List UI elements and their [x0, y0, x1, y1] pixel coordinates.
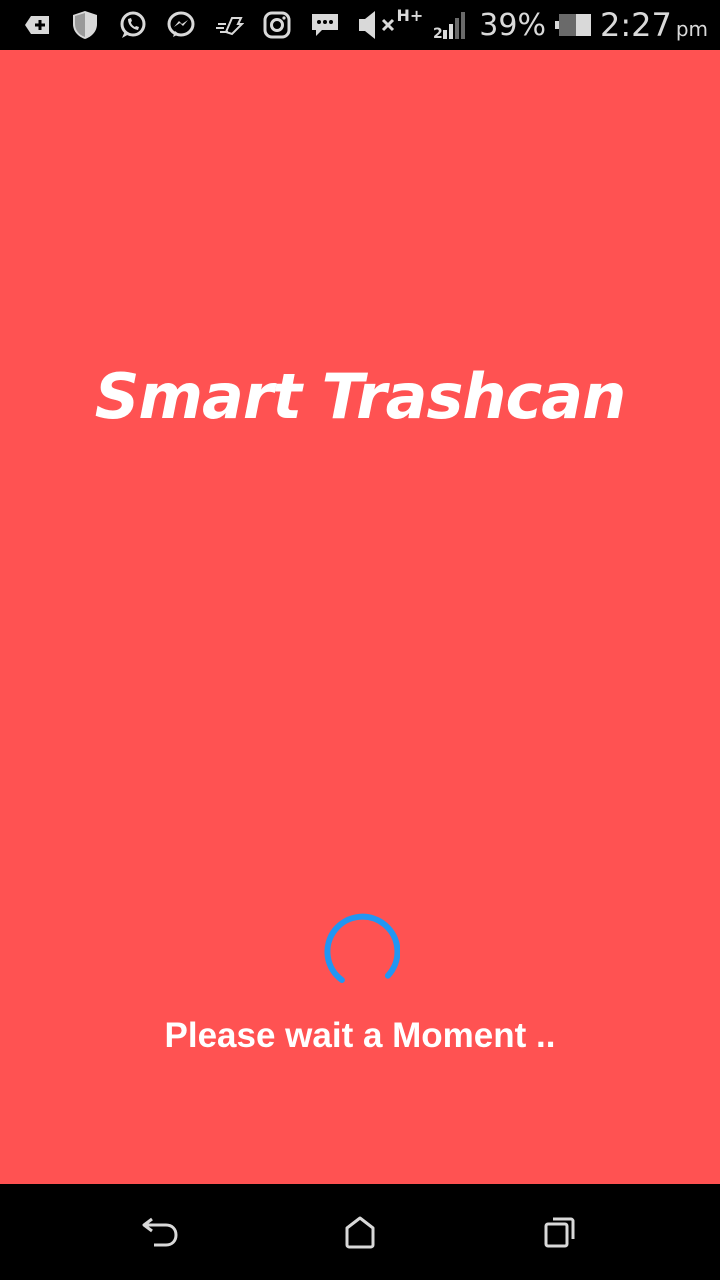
recents-icon [543, 1215, 577, 1254]
clock-time: 2:27 [599, 6, 672, 44]
recents-button[interactable] [540, 1214, 580, 1254]
app-title: Smart Trashcan [94, 360, 627, 433]
splash-screen: Smart Trashcan Please wait a Moment .. [0, 50, 720, 1184]
battery-icon [554, 8, 592, 42]
back-button[interactable] [140, 1214, 180, 1254]
instagram-icon [260, 8, 294, 42]
mute-icon [356, 8, 400, 42]
clock: 2:27 pm [600, 6, 708, 44]
status-right: H+ 2 39% 2:27 pm [396, 0, 708, 50]
messenger-icon [164, 8, 198, 42]
status-bar: H+ 2 39% 2:27 pm [0, 0, 720, 50]
whatsapp-icon [116, 8, 150, 42]
chat-icon [308, 8, 342, 42]
svg-text:2: 2 [433, 26, 443, 40]
back-icon [140, 1215, 180, 1254]
network-type: H+ [396, 5, 424, 25]
add-notification-icon [20, 8, 54, 42]
screen: H+ 2 39% 2:27 pm Smart Trashcan Please w… [0, 0, 720, 1280]
home-button[interactable] [340, 1214, 380, 1254]
notification-icons [20, 8, 400, 42]
loading-message: Please wait a Moment .. [164, 1016, 556, 1055]
speed-icon [212, 8, 246, 42]
navigation-bar [0, 1184, 720, 1280]
clock-ampm: pm [675, 17, 708, 41]
signal-icon: 2 [431, 8, 471, 42]
home-icon [344, 1215, 376, 1254]
loading-spinner [320, 910, 401, 990]
battery-percent: 39% [479, 7, 546, 43]
shield-icon [68, 8, 102, 42]
